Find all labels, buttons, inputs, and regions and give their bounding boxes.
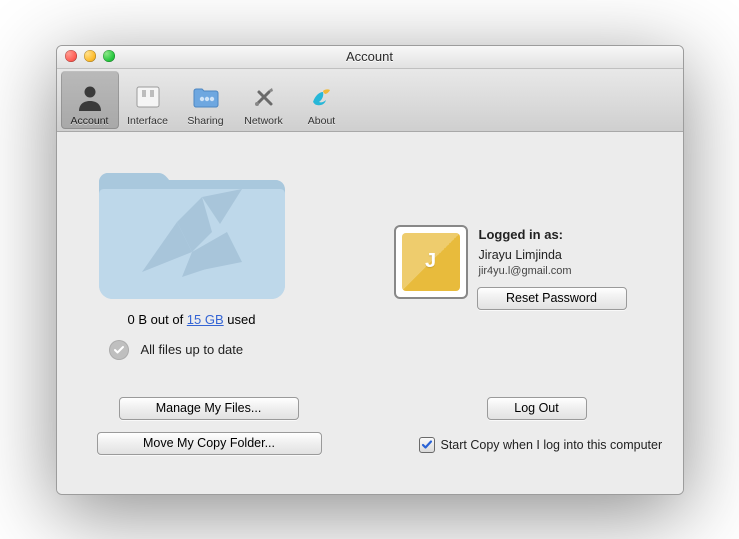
logged-in-label: Logged in as:	[479, 227, 564, 242]
storage-prefix: 0 B out of	[128, 312, 187, 327]
toolbar: Account Interface Sharing	[57, 69, 683, 132]
account-icon	[74, 81, 106, 113]
close-button[interactable]	[65, 50, 77, 62]
zoom-button[interactable]	[103, 50, 115, 62]
autostart-checkbox[interactable]	[419, 437, 435, 453]
autostart-label: Start Copy when I log into this computer	[441, 438, 663, 452]
tab-label: Network	[244, 115, 283, 127]
tab-label: About	[308, 115, 335, 127]
sharing-icon	[190, 81, 222, 113]
avatar: J	[394, 225, 468, 299]
tab-network[interactable]: Network	[235, 71, 293, 129]
window-controls	[65, 50, 115, 62]
autostart-row: Start Copy when I log into this computer	[419, 437, 663, 453]
tab-label: Sharing	[187, 115, 223, 127]
tab-sharing[interactable]: Sharing	[177, 71, 235, 129]
interface-icon	[132, 81, 164, 113]
titlebar: Account	[57, 46, 683, 69]
account-name: Jirayu Limjinda	[479, 248, 562, 262]
tab-about[interactable]: About	[293, 71, 351, 129]
tab-label: Account	[71, 115, 109, 127]
manage-files-button[interactable]: Manage My Files...	[119, 397, 299, 420]
account-email: jir4yu.l@gmail.com	[479, 265, 572, 277]
tab-account[interactable]: Account	[61, 71, 119, 129]
storage-suffix: used	[224, 312, 256, 327]
copy-folder-icon	[87, 152, 297, 312]
storage-usage: 0 B out of 15 GB used	[82, 312, 302, 327]
about-icon	[306, 81, 338, 113]
tab-interface[interactable]: Interface	[119, 71, 177, 129]
minimize-button[interactable]	[84, 50, 96, 62]
preferences-window: Account Account Interface	[56, 45, 684, 495]
avatar-letter: J	[425, 250, 436, 273]
storage-quota-link[interactable]: 15 GB	[187, 312, 224, 327]
avatar-tile: J	[402, 233, 460, 291]
network-icon	[248, 81, 280, 113]
reset-password-button[interactable]: Reset Password	[477, 287, 627, 310]
logout-button[interactable]: Log Out	[487, 397, 587, 420]
sync-ok-icon	[109, 340, 129, 360]
sync-status-text: All files up to date	[141, 342, 244, 357]
tab-label: Interface	[127, 115, 168, 127]
content-pane: 0 B out of 15 GB used All files up to da…	[57, 132, 683, 494]
sync-status-row: All files up to date	[109, 340, 244, 360]
move-folder-button[interactable]: Move My Copy Folder...	[97, 432, 322, 455]
window-title: Account	[346, 49, 393, 64]
